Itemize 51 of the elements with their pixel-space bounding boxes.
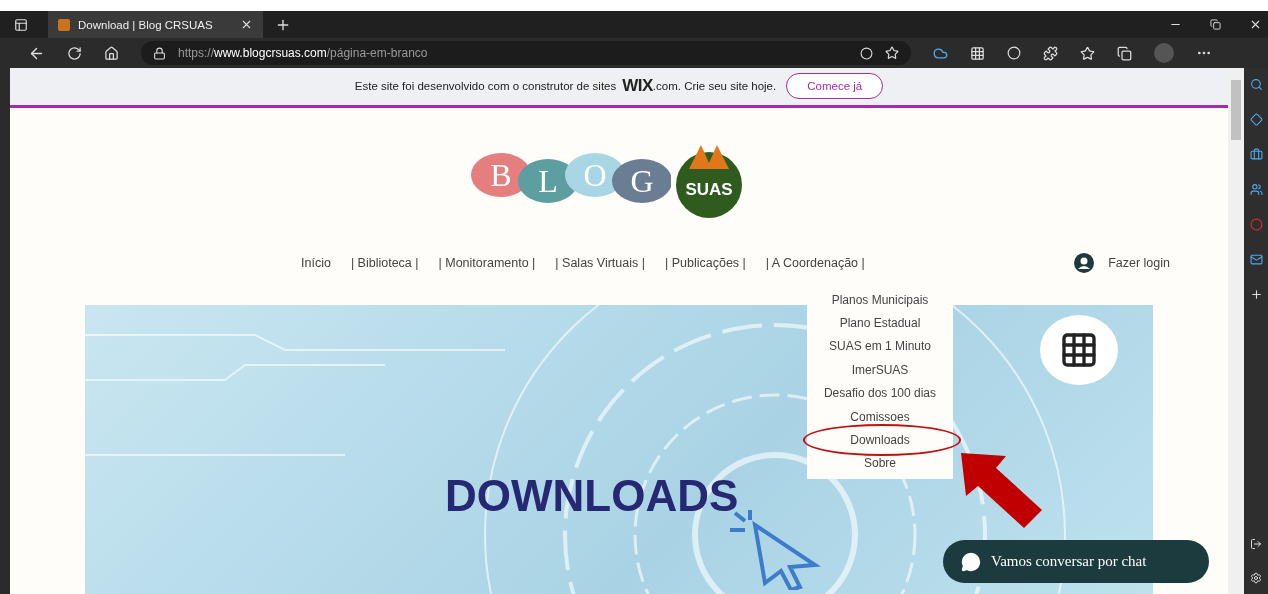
home-icon[interactable] (104, 45, 119, 61)
search-icon[interactable] (1249, 78, 1263, 91)
browser-tab[interactable]: Download | Blog CRSUAS (48, 11, 263, 38)
menu-item[interactable]: SUAS em 1 Minuto (807, 334, 953, 359)
exit-icon[interactable] (1250, 538, 1262, 550)
close-tab-icon[interactable] (240, 18, 253, 31)
grid-icon[interactable] (970, 45, 985, 61)
collections-icon[interactable] (1117, 45, 1132, 61)
nav-link[interactable]: | A Coordenação | (765, 256, 865, 271)
menu-item[interactable]: ImerSUAS (807, 358, 953, 382)
start-button[interactable]: Comece já (786, 73, 884, 100)
favorites-icon[interactable] (1080, 45, 1095, 61)
speech-bubble-icon (961, 551, 981, 572)
address-field[interactable]: https://www.blogcrsuas.com/página-em-branco (141, 41, 911, 65)
tab-actions-icon[interactable] (14, 17, 28, 32)
menu-item[interactable]: Planos Municipais (807, 288, 953, 312)
nav-link[interactable]: | Biblioteca | (350, 256, 419, 271)
refresh-icon[interactable] (67, 45, 82, 61)
login-link[interactable]: Fazer login (1108, 256, 1170, 271)
banner-text-end: .com. Crie seu site hoje. (652, 80, 777, 93)
people-icon[interactable] (1249, 183, 1263, 196)
menu-item[interactable]: Desafio dos 100 dias (807, 381, 953, 405)
mail-icon[interactable] (1249, 253, 1263, 266)
restore-icon[interactable] (1210, 18, 1221, 31)
add-favorite-icon[interactable] (885, 46, 899, 60)
close-icon[interactable] (1249, 18, 1262, 31)
add-icon[interactable] (1249, 288, 1263, 301)
site-favicon-icon (58, 18, 70, 31)
briefcase-icon[interactable] (1249, 148, 1263, 161)
chat-button[interactable]: Vamos conversar por chat (943, 540, 1209, 583)
cloud-icon[interactable] (933, 45, 948, 61)
page-title: DOWNLOADS (445, 470, 739, 521)
nav-link[interactable]: | Salas Virtuais | (555, 256, 645, 271)
settings-icon[interactable] (1250, 572, 1262, 584)
menu-item[interactable]: Comissoes (807, 404, 953, 429)
blog-logo: B L O G (471, 138, 671, 219)
nav-link[interactable]: Início (301, 256, 331, 271)
circle-icon[interactable] (1007, 46, 1021, 60)
nav-link[interactable]: | Publicações | (665, 256, 746, 271)
wix-logo: WIX (622, 76, 653, 97)
menu-item[interactable]: Plano Estadual (807, 311, 953, 335)
lock-icon (153, 46, 166, 60)
menu-item[interactable]: Sobre (807, 451, 953, 476)
extensions-icon[interactable] (1043, 45, 1058, 61)
banner-text: Este site foi desenvolvido com o construtor de sites (354, 80, 617, 93)
user-icon[interactable] (1074, 253, 1095, 274)
diamond-icon[interactable] (1249, 113, 1263, 126)
menu-item[interactable]: Downloads (807, 428, 953, 452)
ring-icon[interactable] (1249, 218, 1263, 231)
nav-link[interactable]: | Monitoramento | (438, 256, 536, 271)
scrollbar[interactable] (1228, 68, 1244, 594)
